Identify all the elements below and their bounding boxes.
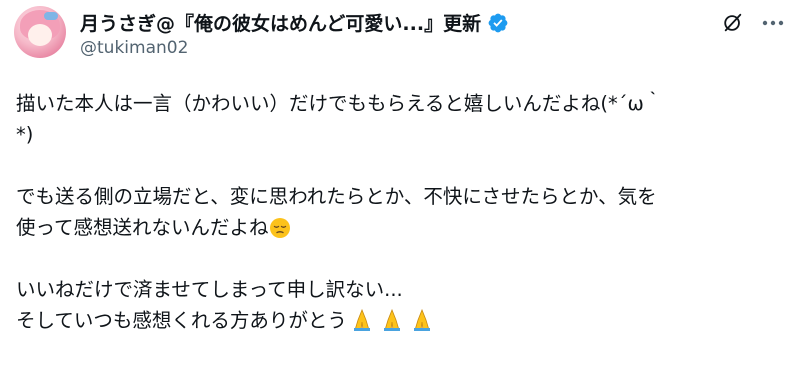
post-text-line: いいねだけで済ませてしまって申し訳ない... (16, 278, 403, 301)
avatar-face (28, 24, 52, 46)
post-text-line-with-emoji: 使って感想送れないんだよね (16, 212, 786, 243)
post-text-line: でも送る側の立場だと、変に思われたらとか、不快にさせたらとか、気を (16, 185, 657, 208)
more-options-icon[interactable] (760, 12, 786, 34)
grok-icon[interactable] (722, 12, 744, 34)
pensive-face-emoji (269, 218, 290, 238)
folded-hands-emoji (353, 308, 370, 331)
post-text: 描いた本人は一言（かわいい）だけでももらえると嬉しいんだよね(*´ω｀ *) で… (16, 88, 786, 336)
post-text-line-with-emoji: そしていつも感想くれる方ありがとう (16, 305, 786, 336)
folded-hands-emoji (413, 308, 430, 331)
author-display-name[interactable]: 月うさぎ@『俺の彼女はめんど可愛い...』更新 (80, 9, 481, 36)
post-text-line: *) (16, 123, 34, 146)
post-text-line: 描いた本人は一言（かわいい）だけでももらえると嬉しいんだよね(*´ω｀ (16, 92, 664, 115)
post-text-line: 使って感想送れないんだよね (16, 216, 269, 239)
folded-hands-emoji (383, 308, 400, 331)
avatar[interactable] (14, 6, 66, 58)
author-name-row: 月うさぎ@『俺の彼女はめんど可愛い...』更新 (80, 9, 509, 36)
verified-badge-icon (488, 13, 508, 32)
post-text-line: そしていつも感想くれる方ありがとう (16, 309, 347, 332)
avatar-bow (44, 12, 58, 20)
author-handle[interactable]: @tukiman02 (80, 38, 188, 58)
